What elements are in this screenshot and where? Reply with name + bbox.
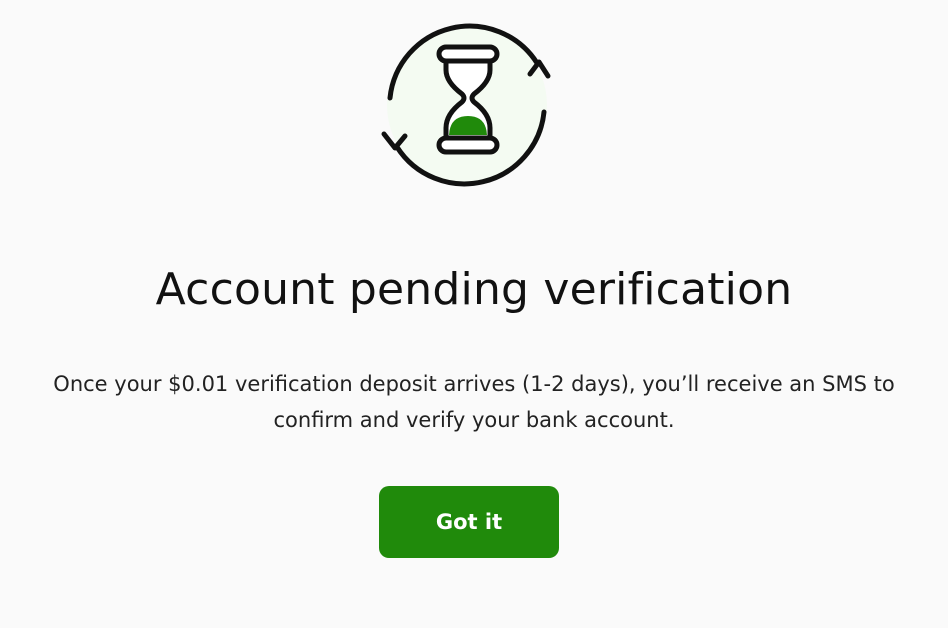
pending-illustration bbox=[370, 10, 570, 200]
hourglass-refresh-icon bbox=[381, 23, 551, 187]
got-it-button[interactable]: Got it bbox=[379, 486, 559, 558]
verification-message: Once your $0.01 verification deposit arr… bbox=[53, 372, 895, 432]
page-title: Account pending verification bbox=[155, 264, 793, 315]
